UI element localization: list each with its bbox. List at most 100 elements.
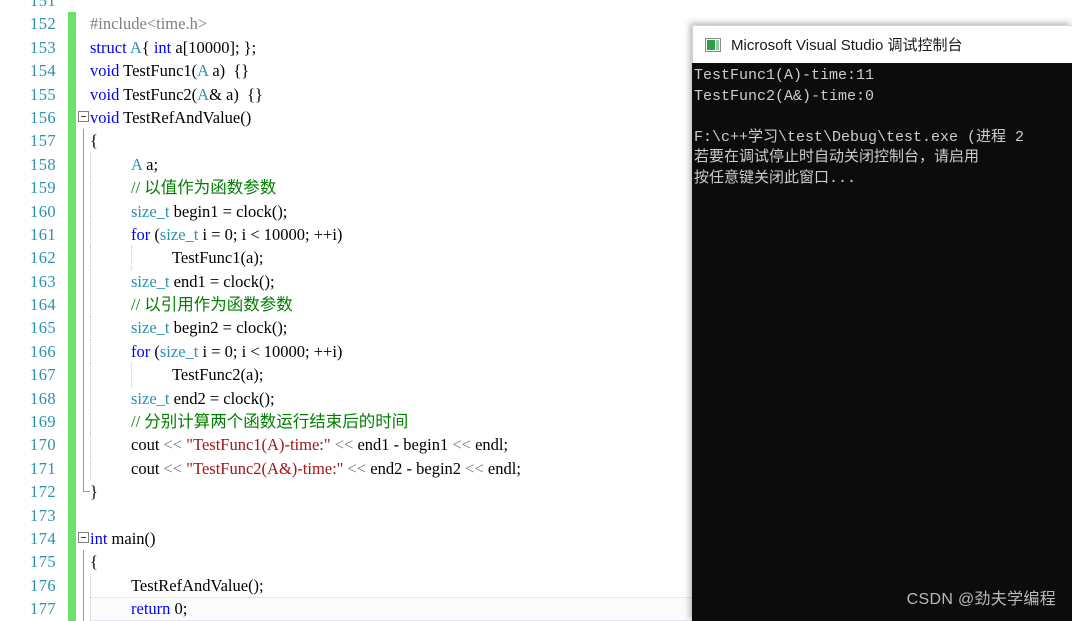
code-text: void TestFunc2(A& a) {} — [90, 84, 263, 104]
console-title-bar[interactable]: Microsoft Visual Studio 调试控制台 — [692, 25, 1072, 63]
code-text: for (size_t i = 0; i < 10000; ++i) — [131, 224, 343, 244]
line-number: 163 — [30, 271, 56, 291]
change-bar — [68, 222, 76, 247]
line-number: 153 — [30, 37, 56, 57]
code-text: A a; — [131, 154, 159, 174]
code-line[interactable]: 177 return 0; — [0, 597, 692, 621]
console-output-line: 按任意键关闭此窗口... — [694, 169, 857, 187]
line-number: 174 — [30, 528, 56, 548]
code-text: cout << "TestFunc1(A)-time:" << end1 - b… — [131, 435, 509, 455]
line-number: 177 — [30, 599, 56, 619]
line-number: 151 — [30, 0, 56, 10]
change-bar — [68, 316, 76, 340]
code-line[interactable]: 170 cout << "TestFunc1(A)-time:" << end1 … — [0, 433, 692, 457]
change-bar — [68, 293, 76, 317]
indent-guide — [90, 339, 91, 364]
code-line[interactable]: 152 #include<time.h> — [0, 12, 692, 36]
indent-guide — [90, 386, 91, 411]
fold-guide-line — [83, 199, 84, 223]
code-line[interactable]: 160 size_t begin1 = clock(); — [0, 199, 692, 223]
code-text: // 以引用作为函数参数 — [131, 295, 293, 315]
code-line[interactable]: 151 — [0, 0, 692, 12]
code-line[interactable]: 162 TestFunc1(a); — [0, 246, 692, 270]
console-output-line: TestFunc1(A)-time:11 — [694, 67, 875, 84]
fold-guide-line — [83, 433, 84, 457]
console-output-line: 若要在调试停止时自动关闭控制台，请启用 — [694, 149, 980, 166]
code-line[interactable]: 163 size_t end1 = clock(); — [0, 269, 692, 294]
code-text: size_t begin1 = clock(); — [131, 201, 288, 221]
code-lines-container: 151 152 #include<time.h> 153 struct A{ int a… — [0, 0, 692, 621]
code-line[interactable]: 161 for (size_t i = 0; i < 10000; ++i) — [0, 222, 692, 247]
change-bar — [68, 246, 76, 270]
change-bar — [68, 503, 76, 527]
indent-guide — [90, 222, 91, 247]
fold-guide-line — [83, 316, 84, 340]
change-bar — [68, 573, 76, 598]
code-line[interactable]: 164 // 以引用作为函数参数 — [0, 293, 692, 317]
line-number: 155 — [30, 84, 56, 104]
code-line[interactable]: 174 int main() — [0, 526, 692, 551]
change-bar — [68, 12, 76, 36]
indent-guide — [90, 269, 91, 294]
code-line[interactable]: 172} — [0, 480, 692, 504]
code-line[interactable]: 156 void TestRefAndValue() — [0, 105, 692, 130]
code-line[interactable]: 171 cout << "TestFunc2(A&)-time:" << end2… — [0, 456, 692, 481]
collapse-minus-icon[interactable] — [78, 531, 89, 543]
code-line[interactable]: 158 A a; — [0, 152, 692, 177]
fold-guide-line — [83, 573, 84, 598]
code-line[interactable]: 169 // 分别计算两个函数运行结束后的时间 — [0, 410, 692, 434]
watermark-text: CSDN @劲夫学编程 — [906, 591, 1056, 608]
indent-guide — [90, 199, 91, 223]
code-line[interactable]: 175 { — [0, 550, 692, 574]
code-line[interactable]: 176 TestRefAndValue(); — [0, 573, 692, 598]
code-text: cout << "TestFunc2(A&)-time:" << end2 - … — [131, 458, 521, 478]
console-output-line: F:\c++学习\test\Debug\test.exe (进程 2 — [694, 128, 1025, 146]
indent-guide — [90, 176, 91, 200]
code-text: for (size_t i = 0; i < 10000; ++i) — [131, 341, 343, 361]
code-line[interactable]: 173 — [0, 503, 692, 527]
code-text: int main() — [90, 528, 156, 548]
console-output-line: TestFunc2(A&)-time:0 — [694, 87, 875, 105]
line-number: 162 — [30, 248, 56, 268]
debug-console-window[interactable]: Microsoft Visual Studio 调试控制台 TestFunc1(… — [692, 25, 1072, 621]
change-bar — [68, 59, 76, 83]
code-text: // 分别计算两个函数运行结束后的时间 — [131, 412, 409, 432]
indent-guide — [90, 410, 91, 434]
line-number: 172 — [30, 482, 56, 502]
fold-guide-line — [83, 222, 84, 247]
fold-end-marker — [83, 480, 90, 493]
code-line[interactable]: 159 // 以值作为函数参数 — [0, 176, 692, 200]
code-line[interactable]: 167 TestFunc2(a); — [0, 363, 692, 387]
code-line[interactable]: 155 void TestFunc2(A& a) {} — [0, 82, 692, 106]
code-line[interactable]: 165 size_t begin2 = clock(); — [0, 316, 692, 340]
fold-guide-line — [83, 176, 84, 200]
change-bar — [68, 363, 76, 387]
line-number: 175 — [30, 552, 56, 572]
code-editor[interactable]: 151 152 #include<time.h> 153 struct A{ int a… — [0, 0, 692, 621]
code-text: { — [90, 552, 98, 572]
code-line[interactable]: 157 { — [0, 129, 692, 153]
change-bar — [68, 597, 76, 621]
fold-guide-line — [83, 410, 84, 434]
code-text: size_t begin2 = clock(); — [131, 318, 288, 338]
indent-guide — [131, 363, 132, 387]
code-text: TestFunc1(a); — [172, 248, 264, 268]
code-text: size_t end1 = clock(); — [131, 271, 275, 291]
code-line[interactable]: 168 size_t end2 = clock(); — [0, 386, 692, 411]
indent-guide — [90, 316, 91, 340]
code-text: TestRefAndValue(); — [131, 575, 264, 595]
change-bar — [68, 480, 76, 504]
line-number: 164 — [30, 295, 56, 315]
code-line[interactable]: 166 for (size_t i = 0; i < 10000; ++i) — [0, 339, 692, 364]
collapse-minus-icon[interactable] — [78, 110, 89, 122]
indent-guide — [90, 363, 91, 387]
code-line[interactable]: 153 struct A{ int a[10000]; }; — [0, 35, 692, 60]
console-output-area[interactable]: TestFunc1(A)-time:11 TestFunc2(A&)-time:0… — [692, 63, 1072, 621]
line-number: 173 — [30, 505, 56, 525]
console-title-text: Microsoft Visual Studio 调试控制台 — [731, 37, 963, 54]
code-text: return 0; — [131, 599, 188, 619]
code-line[interactable]: 154 void TestFunc1(A a) {} — [0, 59, 692, 83]
line-number: 159 — [30, 178, 56, 198]
indent-guide — [90, 597, 91, 621]
